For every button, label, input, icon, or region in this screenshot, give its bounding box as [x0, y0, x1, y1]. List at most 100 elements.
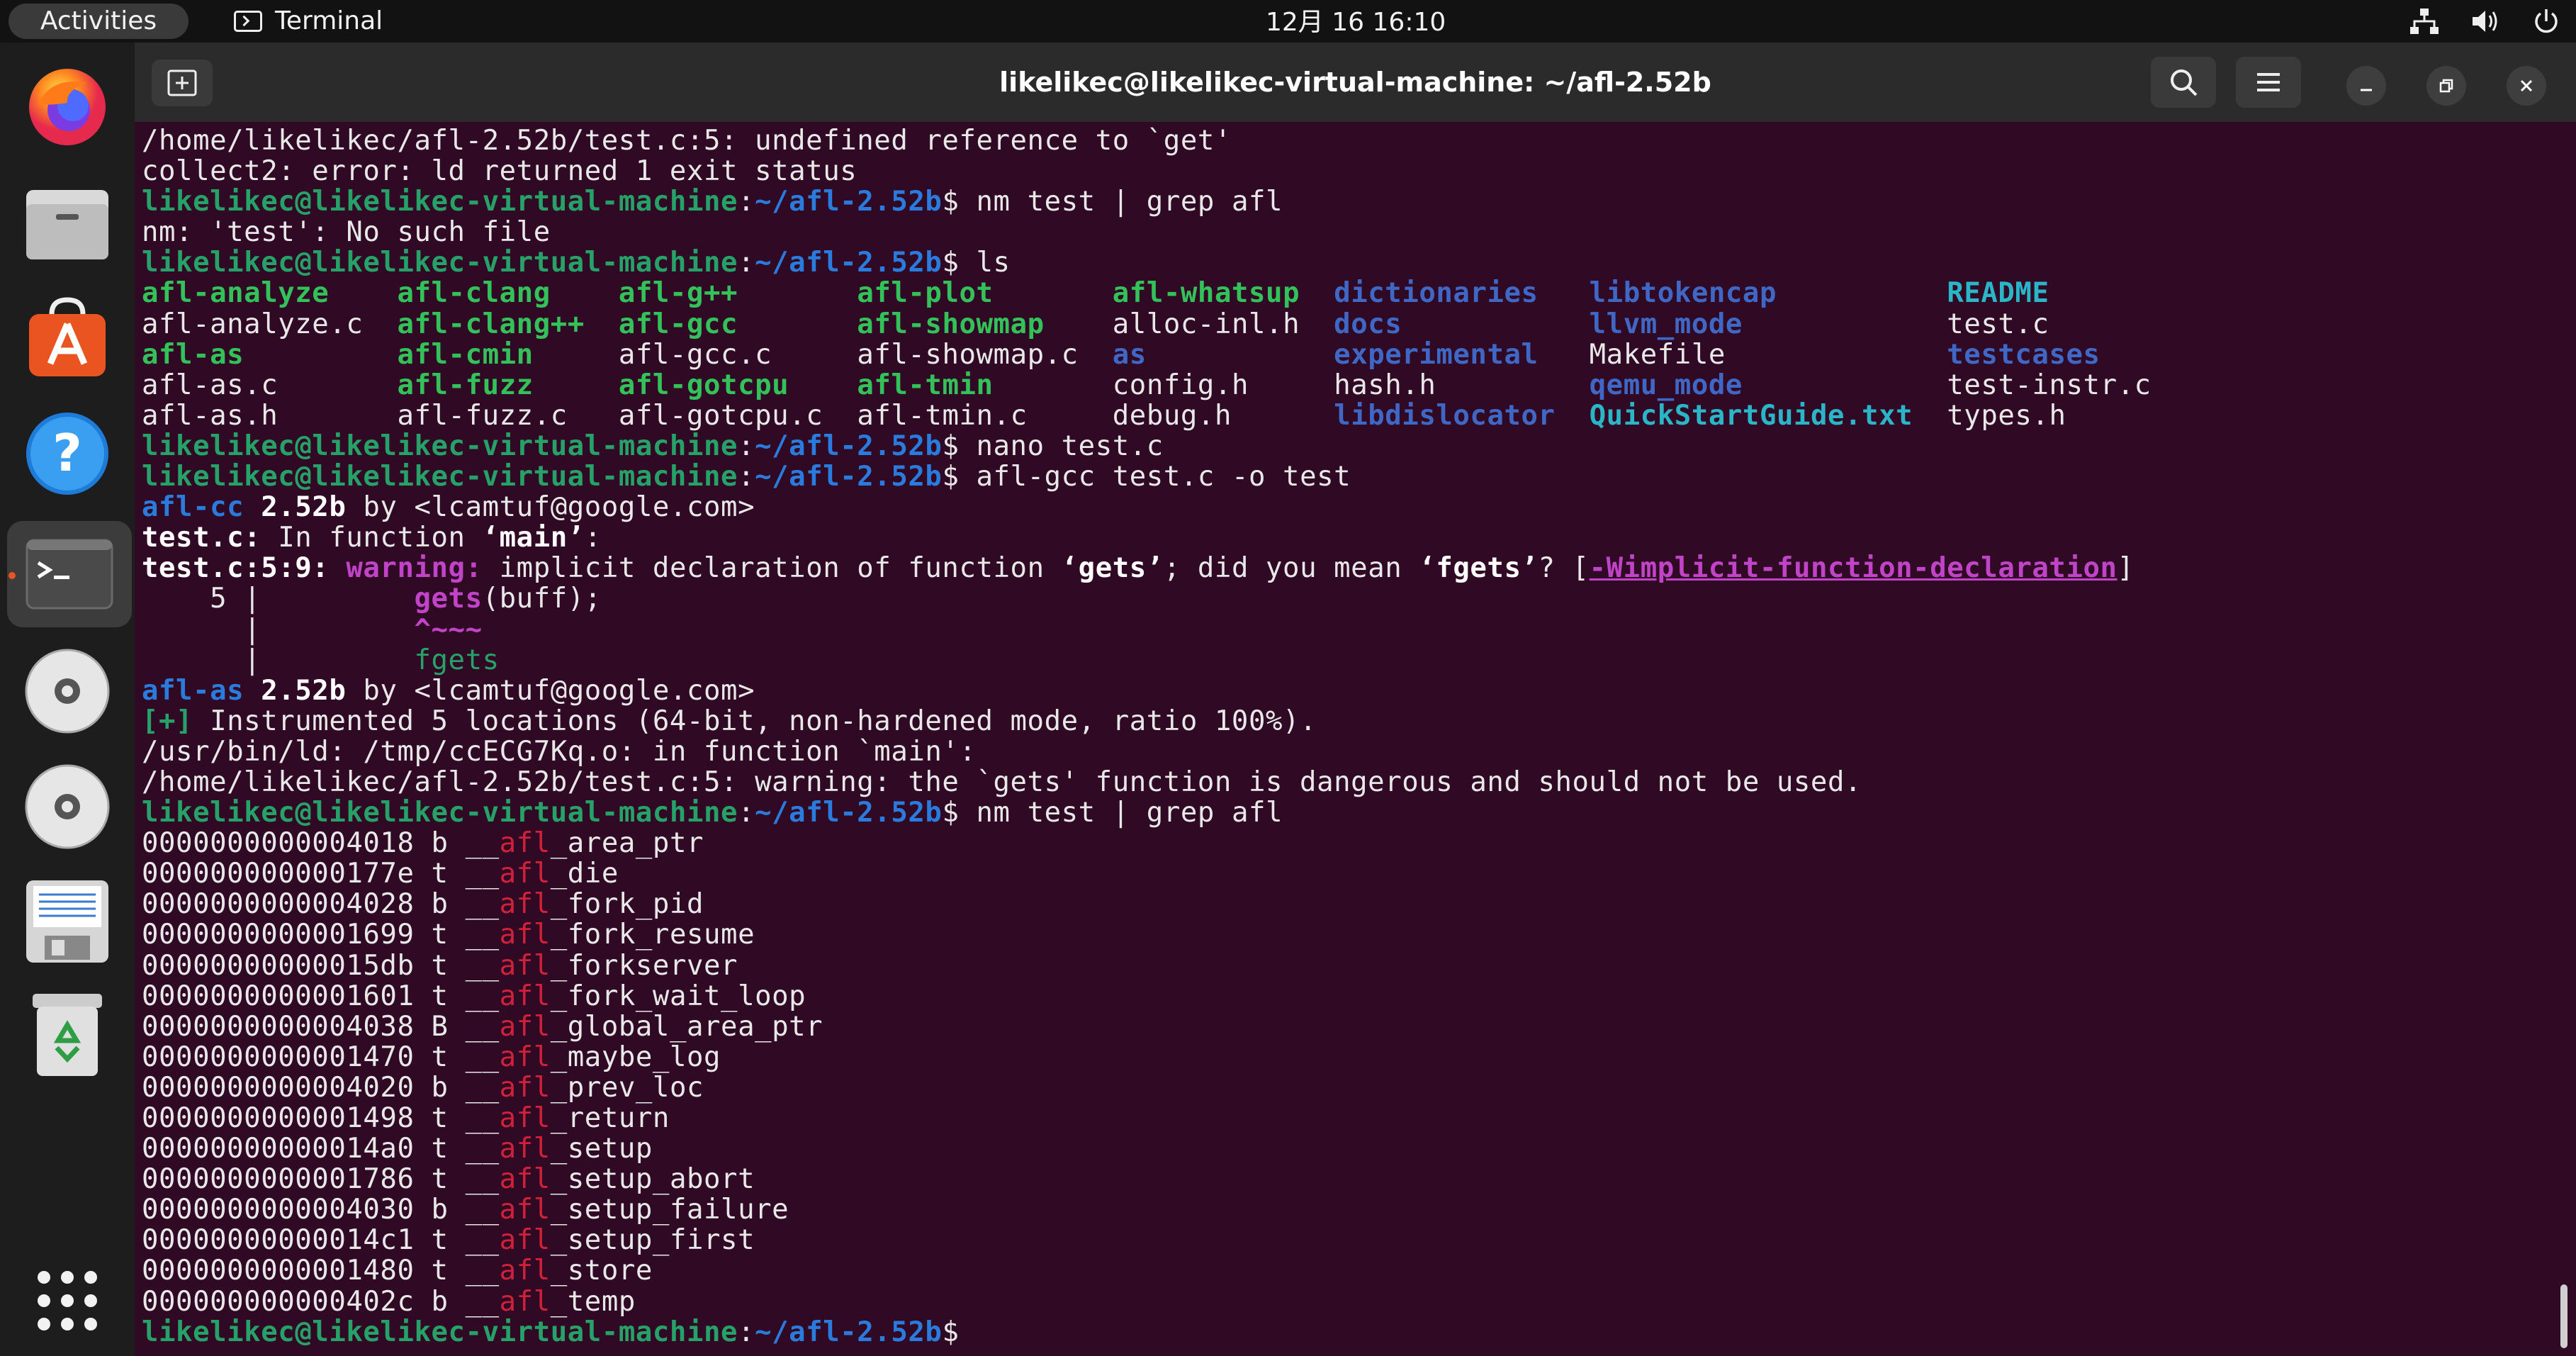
spacing: [1028, 400, 1113, 432]
source-gutter: |: [142, 644, 415, 676]
top-bar: Activities Terminal 12月 16 16:10: [0, 0, 2576, 43]
spacing: [1147, 339, 1334, 371]
func-name: ‘main’: [482, 522, 585, 554]
terminal-line: /usr/bin/ld: /tmp/ccECG7Kq.o: in functio…: [142, 736, 2152, 767]
ls-row: afl-analyze.c afl-clang++ afl-gcc afl-sh…: [142, 309, 2152, 340]
command: nm test | grep afl: [959, 186, 1283, 218]
symbol-type: t: [431, 858, 449, 890]
source-highlight: gets: [414, 583, 483, 615]
dock-software[interactable]: [21, 291, 113, 383]
minimize-button[interactable]: [2346, 66, 2386, 106]
ls-entry: llvm_mode: [1589, 308, 1743, 340]
close-button[interactable]: [2507, 66, 2546, 106]
text-segment: [414, 1286, 431, 1318]
text-segment: [449, 950, 466, 982]
text-segment: [414, 1255, 431, 1287]
activities-button[interactable]: Activities: [9, 4, 189, 39]
menu-button[interactable]: [2236, 57, 2301, 108]
spacing: [244, 339, 397, 371]
floppy-icon: [26, 880, 108, 963]
dock-disc-2[interactable]: [21, 761, 113, 853]
symbol-match: afl: [499, 1285, 551, 1318]
text-segment: [414, 1011, 431, 1043]
spacing: [1539, 339, 1590, 371]
text-segment: [449, 1041, 466, 1073]
symbol-prefix: __: [465, 1041, 500, 1073]
spacing: [789, 369, 857, 401]
ls-entry: afl-g++: [618, 277, 738, 310]
spacing: [585, 308, 619, 340]
prompt-dollar: $: [942, 430, 960, 462]
command: afl-gcc test.c -o test: [959, 461, 1351, 493]
volume-icon[interactable]: [2470, 6, 2501, 37]
text-segment: [414, 1163, 431, 1195]
symbol-address: 00000000000014c1: [142, 1224, 415, 1257]
text-segment: [244, 675, 261, 707]
ls-entry: afl-plot: [857, 277, 994, 310]
symbol-name: _setup: [550, 1133, 653, 1165]
symbol-name: _setup_first: [550, 1224, 755, 1257]
prompt-user: likelikec@likelikec-virtual-machine: [142, 247, 738, 279]
ls-entry: afl-analyze: [142, 277, 330, 310]
symbol-type: b: [431, 888, 449, 921]
spacing: [1300, 308, 1334, 340]
ls-entry: qemu_mode: [1589, 369, 1743, 401]
symbol-name: _fork_pid: [550, 888, 704, 921]
spacing: [1300, 277, 1334, 309]
scrollbar[interactable]: [2560, 1284, 2567, 1348]
status-tag: [+]: [142, 705, 193, 737]
show-apps-button[interactable]: [21, 1255, 113, 1347]
dock-floppy[interactable]: [21, 875, 113, 968]
text-segment: [414, 1072, 431, 1104]
symbol-address: 0000000000004028: [142, 888, 415, 921]
app-menu[interactable]: Terminal: [234, 0, 383, 43]
symbol-address: 0000000000001601: [142, 980, 415, 1012]
power-icon[interactable]: [2531, 6, 2562, 37]
symbol-match: afl: [499, 1041, 551, 1073]
terminal-line: | fgets: [142, 645, 2152, 676]
text-segment: [449, 1133, 466, 1165]
search-button[interactable]: [2151, 57, 2216, 108]
disc-icon: [25, 649, 110, 734]
spacing: [568, 400, 619, 432]
symbol-type: t: [431, 1041, 449, 1073]
dock-files[interactable]: [21, 177, 113, 269]
system-tray[interactable]: [2409, 0, 2562, 43]
prompt-dollar: $: [942, 186, 960, 218]
prompt-user: likelikec@likelikec-virtual-machine: [142, 797, 738, 829]
clock[interactable]: 12月 16 16:10: [1266, 0, 1446, 43]
afl-as-name: afl-as: [142, 674, 244, 707]
dock-help[interactable]: ?: [21, 408, 113, 500]
ls-entry: afl-tmin.c: [857, 399, 1028, 432]
ls-entry: docs: [1334, 308, 1402, 340]
prompt-user: likelikec@likelikec-virtual-machine: [142, 186, 738, 218]
terminal-output[interactable]: /home/likelikec/afl-2.52b/test.c:5: unde…: [135, 122, 2576, 1356]
symbol-prefix: __: [465, 1133, 500, 1165]
dock-terminal[interactable]: [7, 521, 132, 627]
text-segment: [449, 858, 466, 890]
spacing: [1402, 308, 1589, 340]
symbol-row: 00000000000014c1 t __afl_setup_first: [142, 1225, 2152, 1255]
symbol-prefix: __: [465, 888, 500, 921]
symbol-match: afl: [499, 949, 551, 982]
spacing: [994, 369, 1113, 401]
text-segment: [414, 1224, 431, 1256]
fix-suggestion: fgets: [414, 644, 500, 676]
ls-entry: hash.h: [1334, 369, 1436, 401]
ls-row: afl-as.h afl-fuzz.c afl-gotcpu.c afl-tmi…: [142, 400, 2152, 431]
symbol-row: 000000000000177e t __afl_die: [142, 858, 2152, 889]
text-segment: [449, 1224, 466, 1256]
dock-firefox[interactable]: [21, 60, 113, 152]
maximize-button[interactable]: [2426, 66, 2466, 106]
network-icon[interactable]: [2409, 6, 2440, 37]
text-segment: [449, 827, 466, 859]
restore-icon: [2439, 79, 2453, 93]
ls-row: afl-as afl-cmin afl-gcc.c afl-showmap.c …: [142, 340, 2152, 370]
dock-disc-1[interactable]: [21, 645, 113, 737]
symbol-name: _maybe_log: [550, 1041, 721, 1073]
symbol-type: t: [431, 1163, 449, 1196]
prompt-line: likelikec@likelikec-virtual-machine:~/af…: [142, 1317, 2152, 1347]
symbol-match: afl: [499, 1255, 551, 1287]
dock-trash[interactable]: [21, 989, 113, 1081]
symbol-row: 0000000000001786 t __afl_setup_abort: [142, 1164, 2152, 1194]
